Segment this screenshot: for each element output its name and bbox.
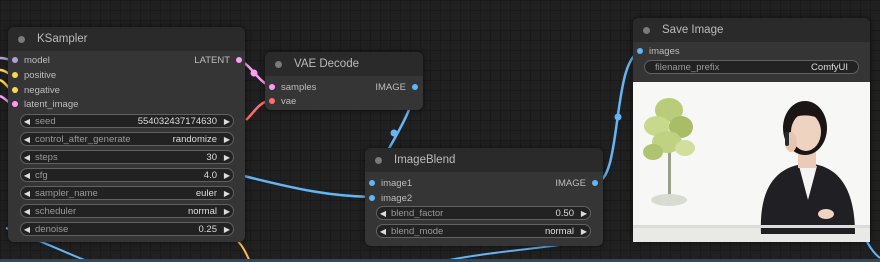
output-pin-icon[interactable] — [412, 84, 418, 90]
node-title-bar[interactable]: ImageBlend — [365, 148, 603, 172]
input-negative[interactable]: negative — [12, 83, 60, 97]
cfg-widget[interactable]: ◀ cfg 4.0 ▶ — [20, 168, 234, 182]
link-image2 — [243, 174, 373, 199]
decrement-arrow-icon[interactable]: ◀ — [21, 153, 33, 162]
increment-arrow-icon[interactable]: ▶ — [221, 135, 233, 144]
output-image[interactable]: IMAGE — [555, 176, 598, 190]
input-images[interactable]: images — [637, 44, 680, 58]
input-pin-icon[interactable] — [12, 87, 18, 93]
decrement-arrow-icon[interactable]: ◀ — [21, 189, 33, 198]
input-pin-icon[interactable] — [269, 84, 275, 90]
input-pin-icon[interactable] — [12, 101, 18, 107]
node-title-bar[interactable]: VAE Decode — [265, 52, 423, 76]
collapse-dot-icon[interactable] — [375, 156, 382, 164]
input-model[interactable]: model — [12, 53, 50, 67]
increment-arrow-icon[interactable]: ▶ — [221, 153, 233, 162]
input-image1[interactable]: image1 — [369, 176, 412, 190]
denoise-widget[interactable]: ◀ denoise 0.25 ▶ — [20, 222, 234, 236]
save-image-node[interactable]: Save Image images filename_prefix ComfyUI — [633, 18, 870, 242]
input-pin-icon[interactable] — [369, 180, 375, 186]
input-pin-icon[interactable] — [637, 48, 643, 54]
decrement-arrow-icon[interactable]: ◀ — [21, 207, 33, 216]
decrement-arrow-icon[interactable]: ◀ — [21, 117, 33, 126]
increment-arrow-icon[interactable]: ▶ — [221, 171, 233, 180]
input-image2[interactable]: image2 — [369, 191, 412, 205]
image-blend-node[interactable]: ImageBlend image1 image2 IMAGE ◀ blend_fa… — [365, 148, 603, 246]
input-vae[interactable]: vae — [269, 94, 296, 108]
node-title: Save Image — [662, 24, 724, 36]
input-pin-icon[interactable] — [369, 195, 375, 201]
decrement-arrow-icon[interactable]: ◀ — [21, 135, 33, 144]
node-title: ImageBlend — [394, 154, 456, 166]
input-pin-icon[interactable] — [12, 72, 18, 78]
input-pin-icon[interactable] — [12, 57, 18, 63]
filename-prefix-field[interactable]: filename_prefix ComfyUI — [644, 60, 859, 74]
decrement-arrow-icon[interactable]: ◀ — [377, 227, 389, 236]
increment-arrow-icon[interactable]: ▶ — [221, 117, 233, 126]
collapse-dot-icon[interactable] — [275, 60, 282, 68]
output-pin-icon[interactable] — [592, 180, 598, 186]
node-title: VAE Decode — [294, 58, 359, 70]
input-pin-icon[interactable] — [269, 98, 275, 104]
image-preview[interactable] — [633, 82, 870, 242]
blend-factor-widget[interactable]: ◀ blend_factor 0.50 ▶ — [376, 206, 591, 220]
input-latent-image[interactable]: latent_image — [12, 97, 78, 111]
collapse-dot-icon[interactable] — [18, 35, 25, 43]
control-after-generate-widget[interactable]: ◀ control_after_generate randomize ▶ — [20, 132, 234, 146]
decrement-arrow-icon[interactable]: ◀ — [21, 225, 33, 234]
decrement-arrow-icon[interactable]: ◀ — [377, 209, 389, 218]
node-graph-canvas[interactable]: KSampler model positive negative latent_… — [0, 0, 880, 262]
input-samples[interactable]: samples — [269, 80, 316, 94]
ksampler-node[interactable]: KSampler model positive negative latent_… — [8, 27, 245, 242]
node-title-bar[interactable]: KSampler — [8, 27, 245, 51]
collapse-dot-icon[interactable] — [643, 26, 650, 34]
increment-arrow-icon[interactable]: ▶ — [221, 189, 233, 198]
sampler-name-widget[interactable]: ◀ sampler_name euler ▶ — [20, 186, 234, 200]
decrement-arrow-icon[interactable]: ◀ — [21, 171, 33, 180]
node-title: KSampler — [37, 33, 88, 45]
steps-widget[interactable]: ◀ steps 30 ▶ — [20, 150, 234, 164]
increment-arrow-icon[interactable]: ▶ — [221, 225, 233, 234]
input-positive[interactable]: positive — [12, 68, 56, 82]
increment-arrow-icon[interactable]: ▶ — [578, 227, 590, 236]
vae-decode-node[interactable]: VAE Decode samples vae IMAGE — [265, 52, 423, 110]
blend-mode-widget[interactable]: ◀ blend_mode normal ▶ — [376, 224, 591, 238]
node-title-bar[interactable]: Save Image — [633, 18, 870, 42]
output-pin-icon[interactable] — [236, 57, 242, 63]
scheduler-widget[interactable]: ◀ scheduler normal ▶ — [20, 204, 234, 218]
output-latent[interactable]: LATENT — [194, 53, 242, 67]
output-image[interactable]: IMAGE — [375, 80, 418, 94]
preview-photo — [633, 82, 870, 242]
increment-arrow-icon[interactable]: ▶ — [221, 207, 233, 216]
increment-arrow-icon[interactable]: ▶ — [578, 209, 590, 218]
seed-widget[interactable]: ◀ seed 554032437174630 ▶ — [20, 114, 234, 128]
